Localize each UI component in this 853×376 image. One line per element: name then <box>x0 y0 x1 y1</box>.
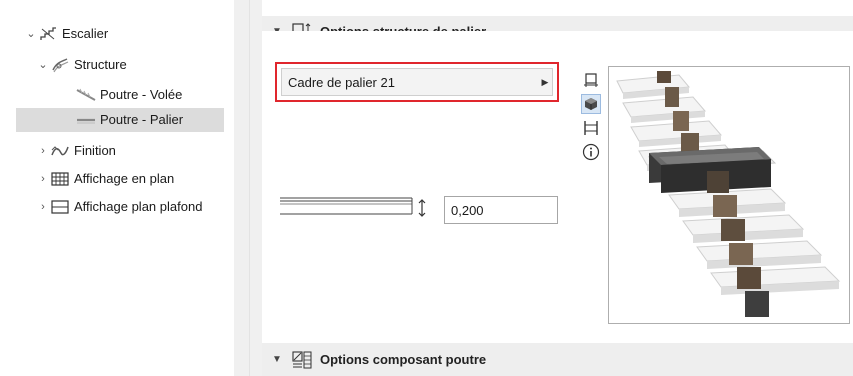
stair-3d-preview <box>608 66 850 324</box>
beam-flight-icon <box>76 86 96 104</box>
section-title: Options composant poutre <box>320 352 487 367</box>
tree-item-poutre-volee[interactable]: Poutre - Volée <box>76 83 226 107</box>
landing-frame-highlight: Cadre de palier 21 ▶ <box>275 62 559 102</box>
tree-item-escalier[interactable]: ⌄ Escalier <box>24 22 224 46</box>
tree-item-label: Affichage en plan <box>74 171 175 186</box>
thickness-icon <box>280 195 430 223</box>
landing-frame-dropdown[interactable]: Cadre de palier 21 ▶ <box>281 68 553 96</box>
tree-item-label: Poutre - Palier <box>100 112 184 127</box>
tree-item-affichage-plan-plafond[interactable]: › Affichage plan plafond <box>36 195 234 219</box>
tree-item-label: Structure <box>74 57 127 72</box>
info-icon[interactable] <box>580 142 602 162</box>
chevron-down-icon[interactable]: ⌄ <box>24 22 38 46</box>
3d-view-icon[interactable] <box>581 94 601 114</box>
beam-component-icon <box>290 349 314 371</box>
tree-item-label: Finition <box>74 143 116 158</box>
divider <box>249 0 250 376</box>
tree-item-label: Escalier <box>62 26 109 41</box>
tree-item-poutre-palier[interactable]: Poutre - Palier <box>16 108 224 132</box>
tree-item-finition[interactable]: › Finition <box>36 139 226 163</box>
tree-item-structure[interactable]: ⌄ Structure <box>36 53 226 77</box>
thickness-input[interactable] <box>444 196 558 224</box>
floor-plan-icon <box>50 170 70 188</box>
finish-icon <box>50 142 70 160</box>
caret-right-icon: ▶ <box>541 76 549 87</box>
chevron-right-icon[interactable]: › <box>36 139 50 163</box>
chevron-right-icon[interactable]: › <box>36 167 50 191</box>
structure-icon <box>50 56 70 74</box>
navigation-tree: ⌄ Escalier ⌄ Structure Poutre - Volée Po… <box>0 0 234 376</box>
plan-view-icon[interactable] <box>580 70 602 90</box>
stair-icon <box>38 25 58 43</box>
splitter[interactable] <box>234 0 262 376</box>
section-view-icon[interactable] <box>580 118 602 138</box>
tree-item-label: Poutre - Volée <box>100 87 183 102</box>
collapse-arrow-icon[interactable]: ▼ <box>272 354 284 365</box>
dropdown-value: Cadre de palier 21 <box>288 74 395 90</box>
section-header-beam-component[interactable]: ▼ Options composant poutre <box>262 343 853 376</box>
ceiling-plan-icon <box>50 198 70 216</box>
beam-landing-icon <box>76 111 96 129</box>
chevron-right-icon[interactable]: › <box>36 195 50 219</box>
tree-item-label: Affichage plan plafond <box>74 199 203 214</box>
tree-item-affichage-en-plan[interactable]: › Affichage en plan <box>36 167 226 191</box>
chevron-down-icon[interactable]: ⌄ <box>36 53 50 77</box>
